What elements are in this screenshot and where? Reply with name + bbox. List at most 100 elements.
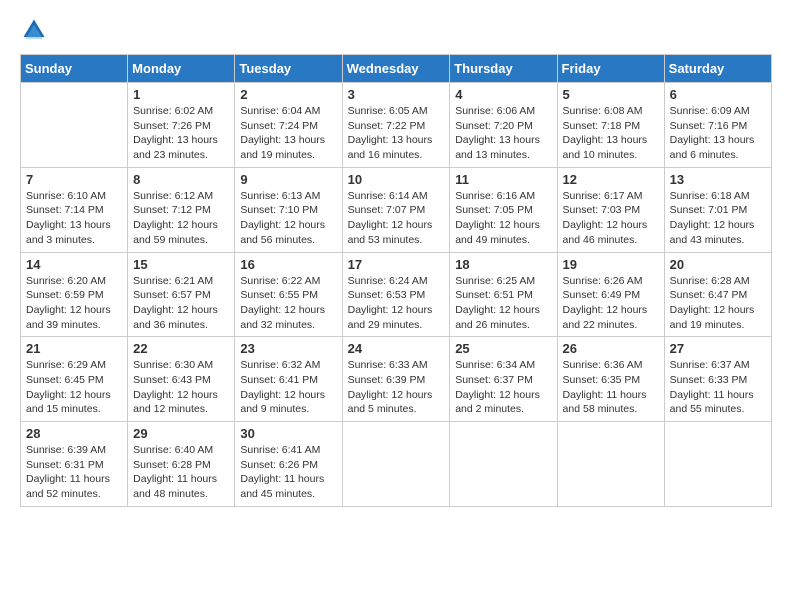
calendar-cell: 24 Sunrise: 6:33 AM Sunset: 6:39 PM Dayl… — [342, 337, 450, 422]
sunset-text: Sunset: 7:05 PM — [455, 204, 533, 216]
sunrise-text: Sunrise: 6:09 AM — [670, 105, 750, 117]
cell-content: Sunrise: 6:24 AM Sunset: 6:53 PM Dayligh… — [348, 274, 445, 333]
cell-content: Sunrise: 6:16 AM Sunset: 7:05 PM Dayligh… — [455, 189, 551, 248]
sunset-text: Sunset: 6:53 PM — [348, 289, 426, 301]
sunrise-text: Sunrise: 6:14 AM — [348, 190, 428, 202]
logo — [20, 16, 52, 44]
sunrise-text: Sunrise: 6:29 AM — [26, 359, 106, 371]
calendar-cell — [557, 422, 664, 507]
calendar-cell: 4 Sunrise: 6:06 AM Sunset: 7:20 PM Dayli… — [450, 83, 557, 168]
daylight-text: Daylight: 12 hours and 26 minutes. — [455, 304, 540, 331]
weekday-header: Tuesday — [235, 55, 342, 83]
sunrise-text: Sunrise: 6:32 AM — [240, 359, 320, 371]
daylight-text: Daylight: 13 hours and 19 minutes. — [240, 134, 325, 161]
day-number: 11 — [455, 172, 551, 187]
sunset-text: Sunset: 6:26 PM — [240, 459, 318, 471]
sunrise-text: Sunrise: 6:16 AM — [455, 190, 535, 202]
day-number: 15 — [133, 257, 229, 272]
cell-content: Sunrise: 6:41 AM Sunset: 6:26 PM Dayligh… — [240, 443, 336, 502]
calendar-cell: 9 Sunrise: 6:13 AM Sunset: 7:10 PM Dayli… — [235, 167, 342, 252]
cell-content: Sunrise: 6:12 AM Sunset: 7:12 PM Dayligh… — [133, 189, 229, 248]
day-number: 7 — [26, 172, 122, 187]
calendar-cell: 20 Sunrise: 6:28 AM Sunset: 6:47 PM Dayl… — [664, 252, 771, 337]
sunrise-text: Sunrise: 6:13 AM — [240, 190, 320, 202]
calendar-cell: 28 Sunrise: 6:39 AM Sunset: 6:31 PM Dayl… — [21, 422, 128, 507]
day-number: 1 — [133, 87, 229, 102]
daylight-text: Daylight: 12 hours and 59 minutes. — [133, 219, 218, 246]
sunrise-text: Sunrise: 6:05 AM — [348, 105, 428, 117]
cell-content: Sunrise: 6:04 AM Sunset: 7:24 PM Dayligh… — [240, 104, 336, 163]
cell-content: Sunrise: 6:29 AM Sunset: 6:45 PM Dayligh… — [26, 358, 122, 417]
weekday-header: Thursday — [450, 55, 557, 83]
day-number: 23 — [240, 341, 336, 356]
daylight-text: Daylight: 12 hours and 53 minutes. — [348, 219, 433, 246]
calendar-cell — [664, 422, 771, 507]
sunset-text: Sunset: 6:59 PM — [26, 289, 104, 301]
calendar-cell: 21 Sunrise: 6:29 AM Sunset: 6:45 PM Dayl… — [21, 337, 128, 422]
sunset-text: Sunset: 6:49 PM — [563, 289, 641, 301]
cell-content: Sunrise: 6:25 AM Sunset: 6:51 PM Dayligh… — [455, 274, 551, 333]
daylight-text: Daylight: 13 hours and 6 minutes. — [670, 134, 755, 161]
sunset-text: Sunset: 6:37 PM — [455, 374, 533, 386]
page-header — [20, 16, 772, 44]
day-number: 4 — [455, 87, 551, 102]
calendar-cell: 22 Sunrise: 6:30 AM Sunset: 6:43 PM Dayl… — [128, 337, 235, 422]
calendar-cell: 29 Sunrise: 6:40 AM Sunset: 6:28 PM Dayl… — [128, 422, 235, 507]
cell-content: Sunrise: 6:34 AM Sunset: 6:37 PM Dayligh… — [455, 358, 551, 417]
calendar-week-row: 28 Sunrise: 6:39 AM Sunset: 6:31 PM Dayl… — [21, 422, 772, 507]
calendar-table: SundayMondayTuesdayWednesdayThursdayFrid… — [20, 54, 772, 507]
daylight-text: Daylight: 13 hours and 13 minutes. — [455, 134, 540, 161]
sunset-text: Sunset: 6:57 PM — [133, 289, 211, 301]
cell-content: Sunrise: 6:40 AM Sunset: 6:28 PM Dayligh… — [133, 443, 229, 502]
calendar-cell: 3 Sunrise: 6:05 AM Sunset: 7:22 PM Dayli… — [342, 83, 450, 168]
cell-content: Sunrise: 6:39 AM Sunset: 6:31 PM Dayligh… — [26, 443, 122, 502]
sunset-text: Sunset: 7:22 PM — [348, 120, 426, 132]
sunrise-text: Sunrise: 6:36 AM — [563, 359, 643, 371]
calendar-cell: 12 Sunrise: 6:17 AM Sunset: 7:03 PM Dayl… — [557, 167, 664, 252]
day-number: 14 — [26, 257, 122, 272]
day-number: 21 — [26, 341, 122, 356]
cell-content: Sunrise: 6:18 AM Sunset: 7:01 PM Dayligh… — [670, 189, 766, 248]
calendar-cell: 14 Sunrise: 6:20 AM Sunset: 6:59 PM Dayl… — [21, 252, 128, 337]
daylight-text: Daylight: 13 hours and 23 minutes. — [133, 134, 218, 161]
weekday-header: Sunday — [21, 55, 128, 83]
day-number: 9 — [240, 172, 336, 187]
cell-content: Sunrise: 6:21 AM Sunset: 6:57 PM Dayligh… — [133, 274, 229, 333]
day-number: 22 — [133, 341, 229, 356]
calendar-cell: 23 Sunrise: 6:32 AM Sunset: 6:41 PM Dayl… — [235, 337, 342, 422]
day-number: 6 — [670, 87, 766, 102]
sunset-text: Sunset: 7:24 PM — [240, 120, 318, 132]
calendar-cell: 2 Sunrise: 6:04 AM Sunset: 7:24 PM Dayli… — [235, 83, 342, 168]
daylight-text: Daylight: 12 hours and 56 minutes. — [240, 219, 325, 246]
daylight-text: Daylight: 11 hours and 58 minutes. — [563, 389, 647, 416]
sunrise-text: Sunrise: 6:26 AM — [563, 275, 643, 287]
cell-content: Sunrise: 6:02 AM Sunset: 7:26 PM Dayligh… — [133, 104, 229, 163]
cell-content: Sunrise: 6:08 AM Sunset: 7:18 PM Dayligh… — [563, 104, 659, 163]
sunset-text: Sunset: 6:43 PM — [133, 374, 211, 386]
sunset-text: Sunset: 7:10 PM — [240, 204, 318, 216]
sunrise-text: Sunrise: 6:25 AM — [455, 275, 535, 287]
day-number: 24 — [348, 341, 445, 356]
daylight-text: Daylight: 13 hours and 10 minutes. — [563, 134, 648, 161]
calendar-cell: 11 Sunrise: 6:16 AM Sunset: 7:05 PM Dayl… — [450, 167, 557, 252]
daylight-text: Daylight: 12 hours and 19 minutes. — [670, 304, 755, 331]
day-number: 27 — [670, 341, 766, 356]
day-number: 18 — [455, 257, 551, 272]
day-number: 26 — [563, 341, 659, 356]
sunrise-text: Sunrise: 6:39 AM — [26, 444, 106, 456]
day-number: 28 — [26, 426, 122, 441]
daylight-text: Daylight: 13 hours and 3 minutes. — [26, 219, 111, 246]
daylight-text: Daylight: 12 hours and 32 minutes. — [240, 304, 325, 331]
daylight-text: Daylight: 11 hours and 45 minutes. — [240, 473, 324, 500]
day-number: 25 — [455, 341, 551, 356]
calendar-week-row: 1 Sunrise: 6:02 AM Sunset: 7:26 PM Dayli… — [21, 83, 772, 168]
cell-content: Sunrise: 6:10 AM Sunset: 7:14 PM Dayligh… — [26, 189, 122, 248]
calendar-cell: 8 Sunrise: 6:12 AM Sunset: 7:12 PM Dayli… — [128, 167, 235, 252]
sunset-text: Sunset: 6:47 PM — [670, 289, 748, 301]
day-number: 12 — [563, 172, 659, 187]
sunrise-text: Sunrise: 6:21 AM — [133, 275, 213, 287]
daylight-text: Daylight: 12 hours and 36 minutes. — [133, 304, 218, 331]
daylight-text: Daylight: 12 hours and 9 minutes. — [240, 389, 325, 416]
calendar-cell: 6 Sunrise: 6:09 AM Sunset: 7:16 PM Dayli… — [664, 83, 771, 168]
day-number: 8 — [133, 172, 229, 187]
